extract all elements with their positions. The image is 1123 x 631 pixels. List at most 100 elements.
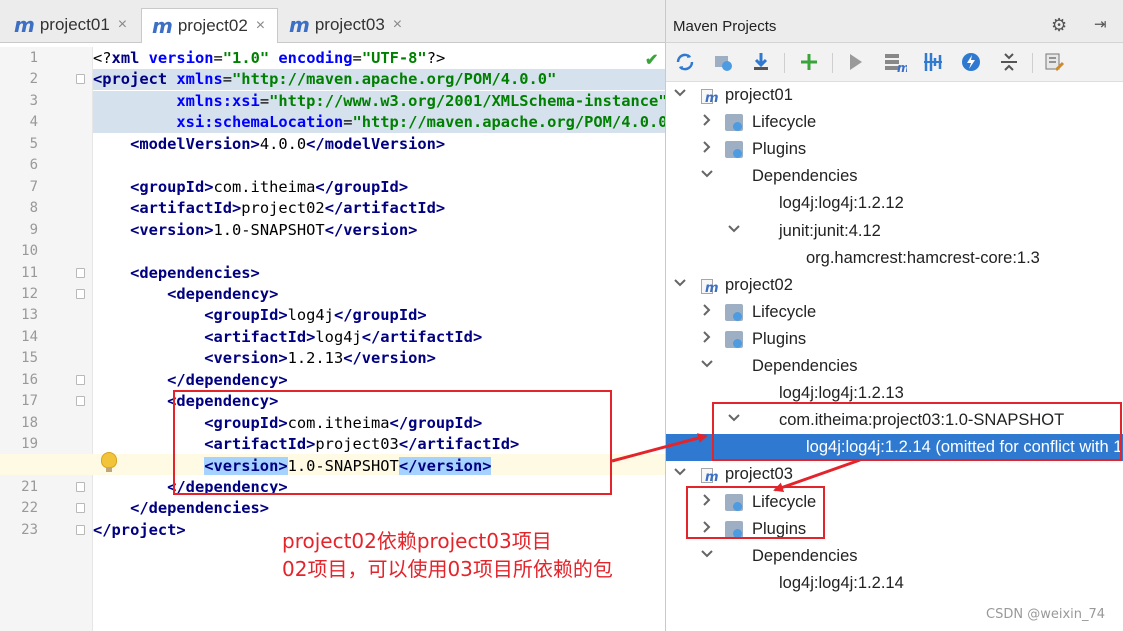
- add-icon[interactable]: [796, 49, 822, 75]
- tree-node[interactable]: project03: [666, 461, 1123, 488]
- tree-node[interactable]: Dependencies: [666, 353, 1123, 380]
- gear-icon[interactable]: ⚙: [1051, 15, 1067, 36]
- toggle-offline-icon[interactable]: [920, 49, 946, 75]
- download-icon[interactable]: [748, 49, 774, 75]
- chevron-down-icon[interactable]: [700, 167, 714, 184]
- chevron-down-icon[interactable]: [700, 357, 714, 374]
- code-line[interactable]: <groupId>log4j</groupId>: [93, 305, 665, 326]
- code-editor[interactable]: m project01 × m project02 × m project03 …: [0, 0, 665, 631]
- code-token: </version>: [343, 349, 436, 368]
- tree-node[interactable]: org.hamcrest:hamcrest-core:1.3: [666, 245, 1123, 272]
- collapse-all-icon[interactable]: [996, 49, 1022, 75]
- tree-node[interactable]: Dependencies: [666, 543, 1123, 570]
- code-token: </artifactId>: [361, 327, 483, 346]
- tab-project01[interactable]: m project01 ×: [4, 8, 140, 42]
- tree-node[interactable]: Plugins: [666, 136, 1123, 163]
- chevron-right-icon[interactable]: [700, 113, 714, 130]
- run-icon[interactable]: [842, 49, 868, 75]
- code-line[interactable]: <project xmlns="http://maven.apache.org/…: [93, 69, 665, 91]
- hide-panel-icon[interactable]: ⇥: [1094, 15, 1107, 33]
- chevron-down-icon[interactable]: [673, 276, 687, 293]
- fold-marker-icon[interactable]: [76, 374, 85, 385]
- fold-marker-icon[interactable]: [76, 482, 85, 492]
- gutter-current-line: [0, 454, 92, 475]
- code-token: <artifactId>: [204, 327, 316, 346]
- tree-node[interactable]: Dependencies: [666, 163, 1123, 190]
- chevron-down-icon[interactable]: [673, 86, 687, 103]
- reimport-icon[interactable]: [672, 49, 698, 75]
- maven-file-icon: m: [152, 14, 173, 38]
- fold-marker-icon[interactable]: [76, 267, 85, 278]
- line-number: 17: [21, 393, 38, 410]
- close-icon[interactable]: ×: [118, 16, 127, 34]
- code-line[interactable]: </dependency>: [93, 370, 665, 391]
- chevron-down-icon[interactable]: [727, 222, 741, 239]
- line-number: 5: [29, 135, 38, 152]
- code-line[interactable]: xmlns:xsi="http://www.w3.org/2001/XMLSch…: [93, 90, 665, 112]
- tab-project02[interactable]: m project02 ×: [141, 8, 278, 43]
- code-token: =: [352, 49, 362, 67]
- execute-goal-icon[interactable]: m: [882, 49, 908, 75]
- line-number: 14: [21, 328, 38, 345]
- code-token: <version>: [130, 220, 214, 239]
- code-line[interactable]: <?xml version="1.0" encoding="UTF-8"?>: [93, 48, 665, 69]
- fold-marker-icon[interactable]: [76, 74, 85, 85]
- tab-label: project01: [39, 15, 110, 34]
- tree-node[interactable]: Lifecycle: [666, 299, 1123, 326]
- code-token: encoding: [278, 49, 353, 67]
- line-number: 7: [29, 178, 38, 195]
- tree-node[interactable]: log4j:log4j:1.2.12: [666, 190, 1123, 217]
- code-line[interactable]: <dependency>: [93, 284, 665, 305]
- tree-node[interactable]: Lifecycle: [666, 109, 1123, 136]
- tree-node[interactable]: log4j:log4j:1.2.14: [666, 570, 1123, 597]
- code-token: </modelVersion>: [306, 134, 446, 153]
- code-line[interactable]: [93, 155, 665, 176]
- code-token: xmlns:xsi: [176, 91, 260, 110]
- tree-node[interactable]: junit:junit:4.12: [666, 218, 1123, 245]
- chevron-right-icon[interactable]: [700, 330, 714, 347]
- close-icon[interactable]: ×: [393, 16, 402, 34]
- fold-marker-icon[interactable]: [76, 503, 85, 514]
- code-line[interactable]: [93, 241, 665, 262]
- folder-gear-icon: [725, 330, 743, 348]
- tab-project03[interactable]: m project03 ×: [279, 8, 415, 42]
- fold-marker-icon[interactable]: [76, 288, 85, 299]
- code-line[interactable]: <dependencies>: [93, 263, 665, 284]
- close-icon[interactable]: ×: [256, 17, 265, 35]
- tree-node[interactable]: project01: [666, 82, 1123, 109]
- code-line[interactable]: <version>1.2.13</version>: [93, 348, 665, 369]
- chevron-right-icon[interactable]: [700, 303, 714, 320]
- tree-node[interactable]: Plugins: [666, 326, 1123, 353]
- code-token: =: [259, 91, 270, 110]
- settings-wrench-icon[interactable]: [1042, 49, 1068, 75]
- code-line[interactable]: <artifactId>log4j</artifactId>: [93, 327, 665, 348]
- tree-node-label: Dependencies: [752, 546, 858, 565]
- dependency-icon: [752, 223, 770, 240]
- chevron-down-icon[interactable]: [673, 465, 687, 482]
- code-line[interactable]: <version>1.0-SNAPSHOT</version>: [93, 220, 665, 241]
- generate-sources-icon[interactable]: [710, 49, 736, 75]
- fold-marker-icon[interactable]: [76, 524, 85, 535]
- fold-marker-icon[interactable]: [76, 396, 85, 407]
- code-line[interactable]: <groupId>com.itheima</groupId>: [93, 177, 665, 198]
- chevron-right-icon[interactable]: [700, 140, 714, 157]
- code-token: =: [213, 49, 223, 67]
- watermark: CSDN @weixin_74: [986, 607, 1106, 622]
- folder-gear-icon: [725, 141, 743, 159]
- code-line[interactable]: </dependencies>: [93, 498, 665, 519]
- tree-node[interactable]: project02: [666, 272, 1123, 299]
- code-line[interactable]: <artifactId>project02</artifactId>: [93, 198, 665, 219]
- chevron-down-icon[interactable]: [700, 547, 714, 564]
- code-token: <project: [93, 70, 177, 89]
- skip-tests-icon[interactable]: [958, 49, 984, 75]
- code-line[interactable]: <modelVersion>4.0.0</modelVersion>: [93, 134, 665, 155]
- code-line[interactable]: xsi:schemaLocation="http://maven.apache.…: [93, 112, 665, 134]
- tree-node-label: log4j:log4j:1.2.14: [779, 573, 904, 592]
- code-token: "http://www.w3.org/2001/XMLSchema-instan…: [269, 91, 665, 110]
- line-number: 6: [29, 157, 38, 174]
- tree-node-label: Lifecycle: [752, 302, 817, 321]
